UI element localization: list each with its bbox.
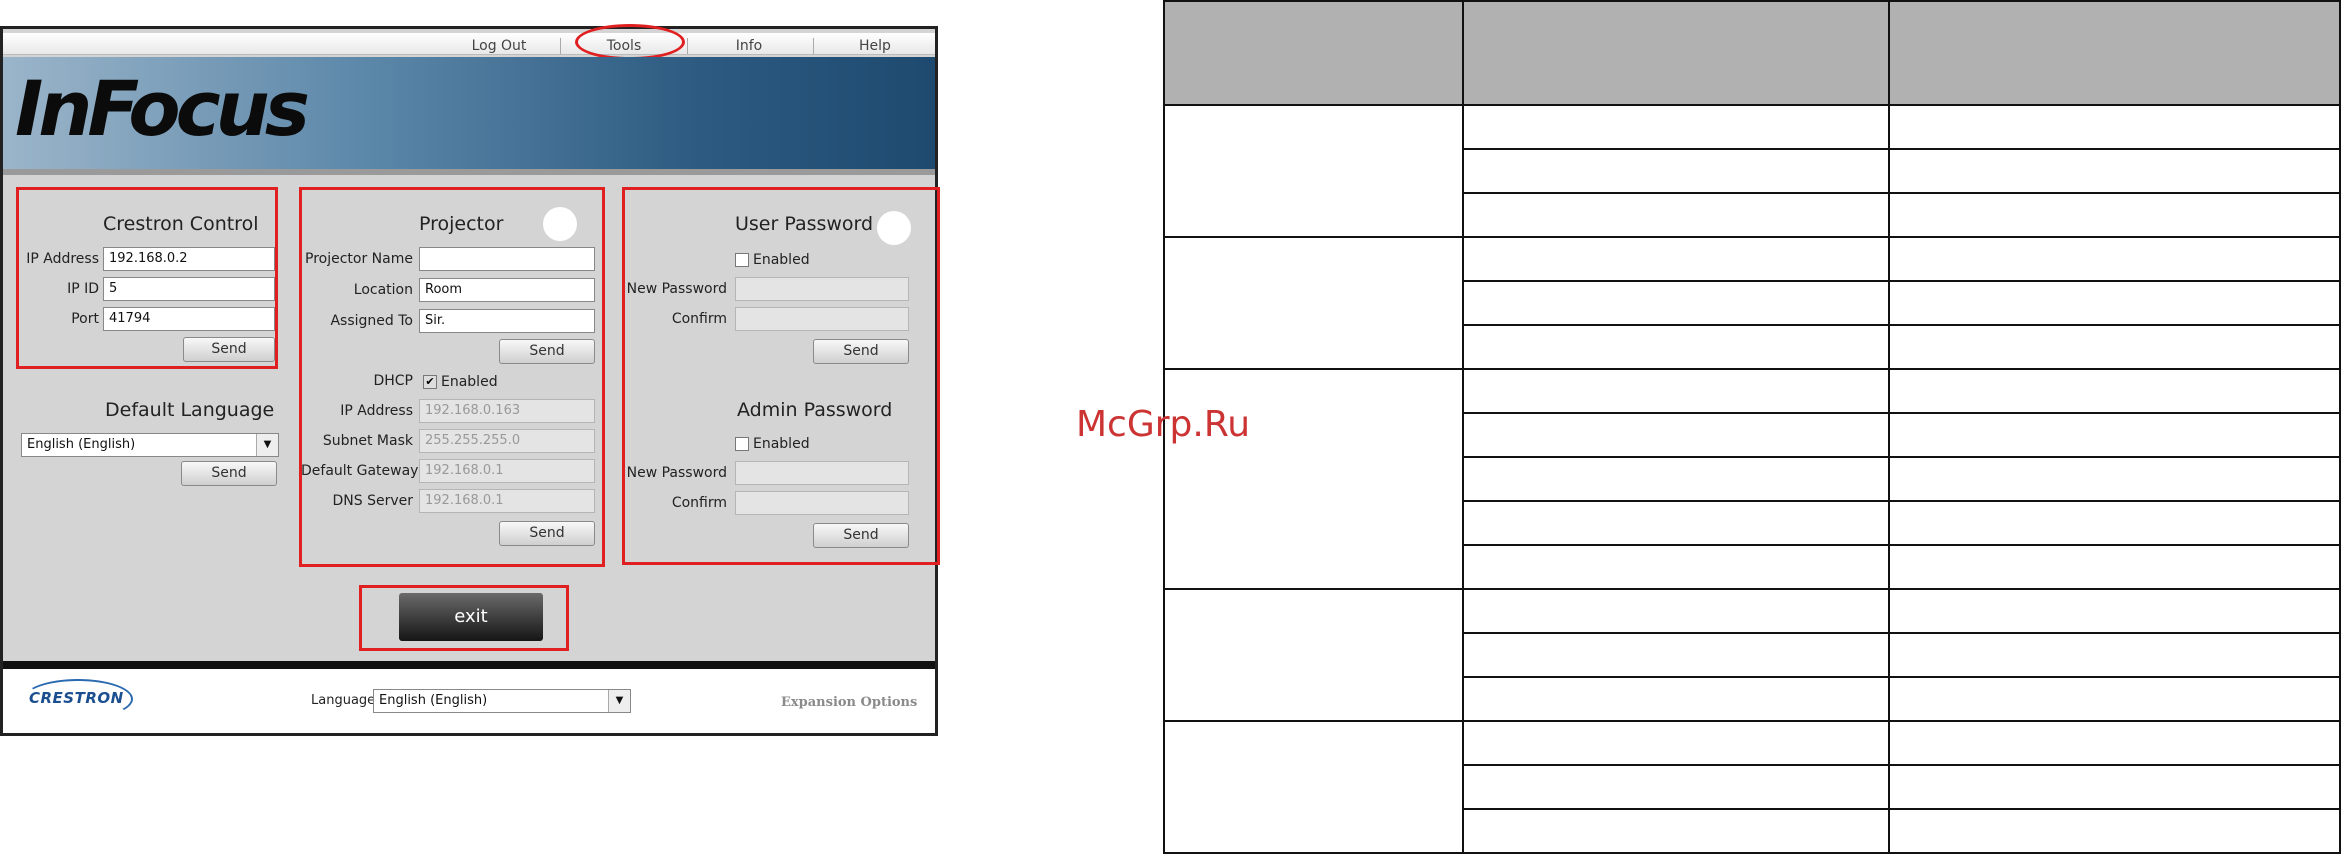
empty-table: [1162, 0, 2341, 854]
table-row: [1162, 104, 2341, 238]
table-row: [1162, 368, 2341, 590]
user-password-title: User Password: [735, 213, 874, 235]
crestron-swoosh-icon: [23, 679, 133, 719]
default-language-title: Default Language: [105, 399, 275, 421]
admin-new-password-label: New Password: [626, 465, 727, 481]
port-label: Port: [71, 311, 99, 327]
user-confirm-label: Confirm: [671, 311, 727, 327]
subnet-mask-label: Subnet Mask: [322, 433, 413, 449]
location-label: Location: [353, 282, 413, 298]
infocus-logo: InFocus: [15, 64, 310, 153]
network-send-button[interactable]: Send: [499, 521, 595, 546]
crestron-port-input[interactable]: 41794: [103, 307, 275, 331]
footer: CRESTRON Language English (English) ▼ Ex…: [3, 669, 935, 733]
footer-divider: [3, 661, 935, 669]
projector-marker-circle: [543, 207, 577, 241]
banner-divider: [3, 169, 935, 175]
user-password-enabled-label: Enabled: [753, 252, 810, 268]
default-gateway-label: Default Gateway: [301, 463, 419, 479]
user-new-password-label: New Password: [626, 281, 727, 297]
admin-password-enabled-checkbox[interactable]: [735, 437, 749, 451]
banner: InFocus: [3, 57, 935, 169]
admin-new-password-input[interactable]: [735, 461, 909, 485]
dns-server-input[interactable]: 192.168.0.1: [419, 489, 595, 513]
table-row: [1162, 236, 2341, 370]
admin-confirm-label: Confirm: [671, 495, 727, 511]
crestron-control-title: Crestron Control: [103, 213, 259, 235]
exit-button[interactable]: exit: [399, 593, 543, 641]
expansion-options-link[interactable]: Expansion Options: [781, 695, 917, 710]
user-password-enabled-checkbox[interactable]: [735, 253, 749, 267]
subnet-mask-input[interactable]: 255.255.255.0: [419, 429, 595, 453]
chevron-down-icon[interactable]: ▼: [256, 434, 278, 456]
top-nav: Log Out Tools Info Help: [3, 33, 935, 55]
location-input[interactable]: Room: [419, 278, 595, 302]
crestron-send-button[interactable]: Send: [183, 337, 275, 362]
projector-name-label: Projector Name: [305, 251, 413, 267]
table-row: [1162, 720, 2341, 854]
dhcp-label: DHCP: [373, 373, 413, 389]
crestron-web-ui: Log Out Tools Info Help InFocus Crestron…: [0, 24, 940, 736]
default-language-select[interactable]: English (English) ▼: [21, 433, 279, 457]
projector-ip-address-label: IP Address: [340, 403, 413, 419]
ip-address-label: IP Address: [26, 251, 99, 267]
assigned-to-input[interactable]: Sir.: [419, 309, 595, 333]
nav-separator: [813, 38, 814, 54]
chevron-down-icon[interactable]: ▼: [608, 690, 630, 712]
dhcp-enabled-label: Enabled: [441, 374, 498, 390]
dns-server-label: DNS Server: [332, 493, 414, 509]
user-new-password-input[interactable]: [735, 277, 909, 301]
admin-confirm-input[interactable]: [735, 491, 909, 515]
user-password-send-button[interactable]: Send: [813, 339, 909, 364]
user-password-marker-circle: [877, 211, 911, 245]
admin-password-send-button[interactable]: Send: [813, 523, 909, 548]
admin-password-enabled-label: Enabled: [753, 436, 810, 452]
user-confirm-input[interactable]: [735, 307, 909, 331]
watermark: McGrp.Ru: [1076, 404, 1251, 445]
nav-info[interactable]: Info: [689, 38, 809, 54]
footer-language-label: Language: [311, 693, 376, 708]
ip-id-label: IP ID: [67, 281, 99, 297]
footer-language-value: English (English): [379, 693, 488, 708]
nav-log-out[interactable]: Log Out: [439, 38, 559, 54]
table-row: [1162, 588, 2341, 722]
crestron-ip-id-input[interactable]: 5: [103, 277, 275, 301]
nav-separator: [560, 38, 561, 54]
default-language-value: English (English): [27, 437, 136, 452]
projector-title: Projector: [419, 213, 504, 235]
admin-password-title: Admin Password: [737, 399, 893, 421]
default-language-send-button[interactable]: Send: [181, 461, 277, 486]
nav-separator: [687, 38, 688, 54]
tools-highlight-ellipse: [575, 24, 685, 60]
default-gateway-input[interactable]: 192.168.0.1: [419, 459, 595, 483]
projector-ip-address-input[interactable]: 192.168.0.163: [419, 399, 595, 423]
table-header-row: [1162, 0, 2341, 106]
dhcp-checkbox[interactable]: ✔: [423, 375, 437, 389]
crestron-ip-address-input[interactable]: 192.168.0.2: [103, 247, 275, 271]
projector-send-button[interactable]: Send: [499, 339, 595, 364]
nav-help[interactable]: Help: [815, 38, 935, 54]
assigned-to-label: Assigned To: [330, 313, 413, 329]
footer-language-select[interactable]: English (English) ▼: [373, 689, 631, 713]
projector-name-input[interactable]: [419, 247, 595, 271]
crestron-logo: CRESTRON: [23, 679, 133, 719]
